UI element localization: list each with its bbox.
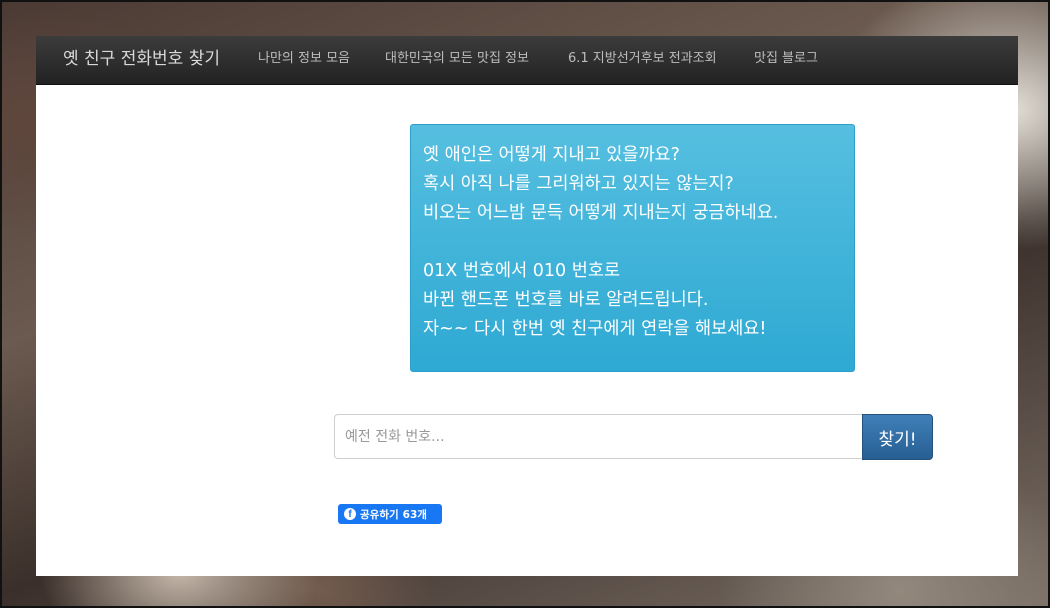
facebook-share-button[interactable]: f 공유하기 63개: [338, 504, 442, 524]
top-navbar: 옛 친구 전화번호 찾기 나만의 정보 모음 대한민국의 모든 맛집 정보 6.…: [36, 36, 1018, 85]
intro-line: 비오는 어느밤 문득 어떻게 지내는지 궁금하네요.: [423, 203, 779, 223]
share-label: 공유하기: [360, 508, 399, 521]
old-phone-number-input[interactable]: [334, 414, 862, 459]
facebook-icon: f: [344, 508, 356, 520]
intro-line: 바뀐 핸드폰 번호를 바로 알려드립니다.: [423, 290, 709, 310]
nav-link-election[interactable]: 6.1 지방선거후보 전과조회: [568, 36, 717, 84]
brand-link[interactable]: 옛 친구 전화번호 찾기: [63, 36, 220, 84]
share-count: 63개: [402, 508, 427, 521]
find-button[interactable]: 찾기!: [862, 414, 933, 460]
nav-link-my-info[interactable]: 나만의 정보 모음: [258, 36, 350, 84]
nav-link-restaurants[interactable]: 대한민국의 모든 맛집 정보: [385, 36, 529, 84]
intro-message-box: 옛 애인은 어떻게 지내고 있을까요? 혹시 아직 나를 그리워하고 있지는 않…: [410, 124, 855, 372]
intro-line: 옛 애인은 어떻게 지내고 있을까요?: [423, 145, 680, 165]
page-container: 옛 친구 전화번호 찾기 나만의 정보 모음 대한민국의 모든 맛집 정보 6.…: [36, 36, 1018, 576]
nav-link-blog[interactable]: 맛집 블로그: [754, 36, 818, 84]
intro-line: 자~~ 다시 한번 옛 친구에게 연락을 해보세요!: [423, 319, 767, 339]
intro-line: 01X 번호에서 010 번호로: [423, 261, 621, 281]
intro-line: 혹시 아직 나를 그리워하고 있지는 않는지?: [423, 174, 734, 194]
